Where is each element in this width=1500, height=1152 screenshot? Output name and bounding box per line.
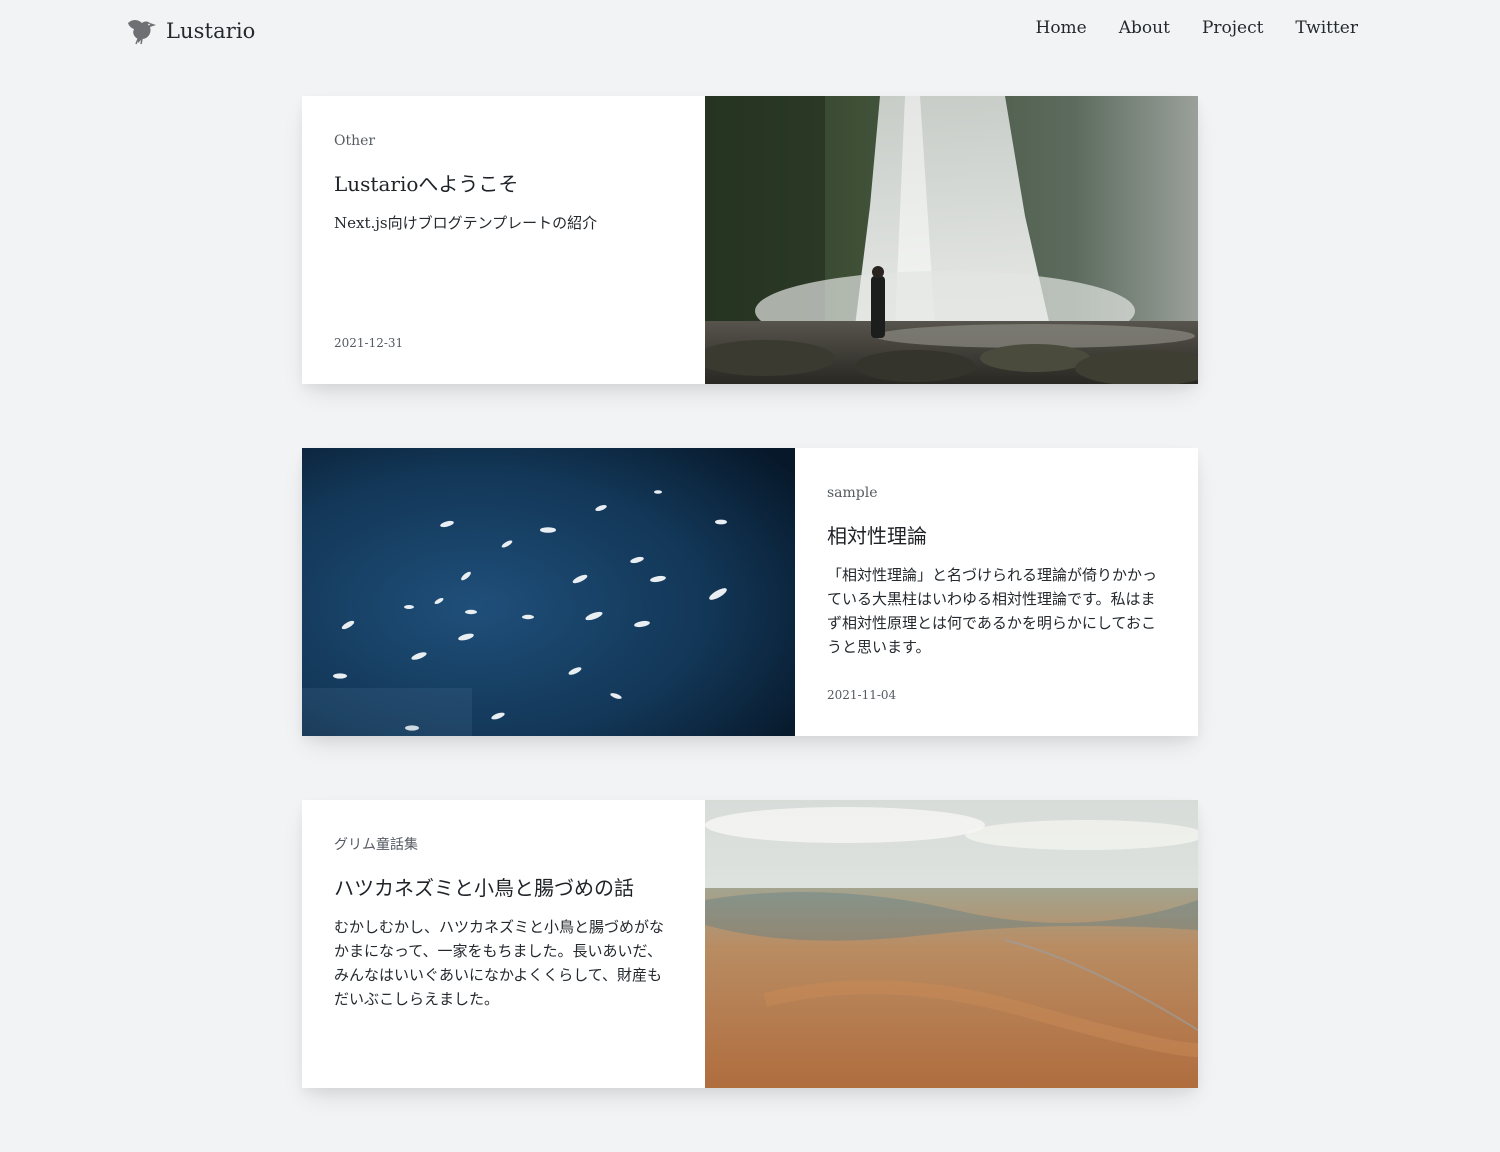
waterfall-photo[interactable]: [705, 96, 1198, 384]
post-category[interactable]: Other: [334, 130, 673, 152]
logo-text: Lustario: [166, 19, 256, 43]
bird-icon: [126, 17, 158, 45]
post-list: Other Lustarioへようこそ Next.js向けブログテンプレートの紹…: [302, 96, 1198, 1152]
post-category[interactable]: グリム童話集: [334, 834, 673, 856]
post-title[interactable]: ハツカネズミと小鳥と腸づめの話: [334, 873, 673, 903]
post-card[interactable]: Other Lustarioへようこそ Next.js向けブログテンプレートの紹…: [302, 96, 1198, 384]
post-category[interactable]: sample: [827, 482, 1166, 504]
boats-aerial-photo[interactable]: [302, 448, 795, 736]
post-excerpt: 「相対性理論」と名づけられる理論が倚りかかっている大黒柱はいわゆる相対性理論です…: [827, 566, 1158, 656]
post-card[interactable]: sample 相対性理論 「相対性理論」と名づけられる理論が倚りかかっている大黒…: [302, 448, 1198, 736]
post-excerpt: むかしむかし、ハツカネズミと小鳥と腸づめがなかまになって、一家をもちました。長い…: [334, 918, 665, 1008]
nav-about-link[interactable]: About: [1119, 16, 1170, 40]
logo[interactable]: Lustario: [126, 14, 255, 48]
nav-home-link[interactable]: Home: [1036, 16, 1087, 40]
post-card-body: Other Lustarioへようこそ Next.js向けブログテンプレートの紹…: [302, 96, 705, 384]
post-date: 2021-11-04: [827, 688, 897, 702]
post-title[interactable]: Lustarioへようこそ: [334, 169, 673, 199]
post-excerpt: Next.js向けブログテンプレートの紹介: [334, 214, 598, 232]
main-nav: Home About Project Twitter: [1036, 16, 1359, 40]
post-card[interactable]: グリム童話集 ハツカネズミと小鳥と腸づめの話 むかしむかし、ハツカネズミと小鳥と…: [302, 800, 1198, 1088]
post-title[interactable]: 相対性理論: [827, 521, 1166, 551]
post-card-body: sample 相対性理論 「相対性理論」と名づけられる理論が倚りかかっている大黒…: [795, 448, 1198, 736]
post-card-body: グリム童話集 ハツカネズミと小鳥と腸づめの話 むかしむかし、ハツカネズミと小鳥と…: [302, 800, 705, 1088]
site-header: Lustario Home About Project Twitter: [0, 0, 1500, 62]
nav-twitter-link[interactable]: Twitter: [1295, 16, 1358, 40]
desert-aerial-photo[interactable]: [705, 800, 1198, 1088]
post-date: 2021-12-31: [334, 336, 404, 350]
nav-project-link[interactable]: Project: [1202, 16, 1263, 40]
